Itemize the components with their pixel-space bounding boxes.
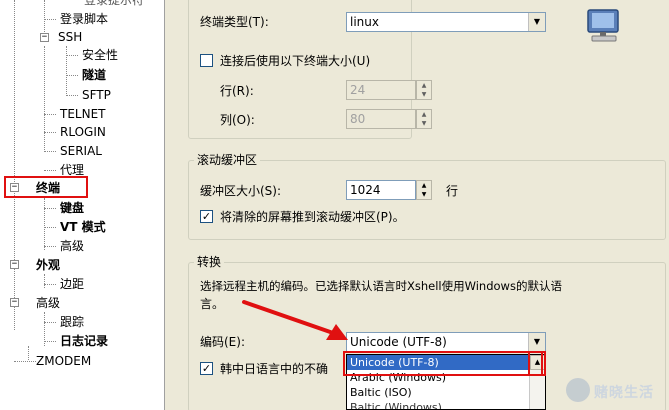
collapse-icon[interactable]: − <box>40 33 49 42</box>
scrollback-title: 滚动缓冲区 <box>194 152 261 168</box>
monitor-icon <box>587 9 619 42</box>
watermark-text: 赌晓生活 <box>594 385 654 401</box>
tree-item-login-prompt[interactable]: 登录提示符 <box>84 0 144 9</box>
scroll-highlight-box <box>528 351 546 376</box>
rows-label: 行(R): <box>220 84 254 98</box>
terminal-type-combo[interactable]: linux ▼ <box>346 12 546 32</box>
utf8-highlight-box <box>343 351 543 376</box>
cols-label: 列(O): <box>220 113 255 127</box>
tree-item-margins[interactable]: 边距 <box>60 275 84 293</box>
tree-item-login-script[interactable]: 登录脚本 <box>60 10 108 28</box>
tree-item-sftp[interactable]: SFTP <box>82 86 111 104</box>
tree-item-terminal-advanced[interactable]: 高级 <box>60 237 84 255</box>
chevron-down-icon[interactable]: ▼ <box>528 13 545 31</box>
tree-item-telnet[interactable]: TELNET <box>60 105 106 123</box>
watermark: 赌晓生活 <box>566 376 666 404</box>
tree-item-zmodem[interactable]: ZMODEM <box>36 352 91 370</box>
use-terminal-size-label: 连接后使用以下终端大小(U) <box>220 54 371 68</box>
cjk-ambiguous-label: 韩中日语言中的不确 <box>220 362 329 376</box>
rows-input[interactable]: 24 <box>346 80 416 100</box>
tree-item-appearance[interactable]: 外观 <box>36 256 60 274</box>
cjk-ambiguous-checkbox[interactable]: ✓ <box>200 362 213 375</box>
dropdown-option[interactable]: Baltic (Windows) <box>347 400 545 409</box>
terminal-type-label: 终端类型(T): <box>200 15 269 29</box>
tree-item-tunnel[interactable]: 隧道 <box>82 66 106 84</box>
cols-spinner[interactable]: ▲ ▼ <box>416 109 432 129</box>
red-arrow-icon <box>242 300 348 340</box>
encoding-label: 编码(E): <box>200 335 245 349</box>
buffer-size-unit: 行 <box>446 184 459 198</box>
tree-item-advanced[interactable]: 高级 <box>36 294 60 312</box>
conversion-description-line1: 选择远程主机的编码。已选择默认语言时Xshell使用Windows的默认语 <box>200 279 562 293</box>
tree-item-vt-mode[interactable]: VT 模式 <box>60 218 106 236</box>
tree-item-keyboard[interactable]: 键盘 <box>60 199 84 217</box>
collapse-icon[interactable]: − <box>10 260 19 269</box>
conversion-description-line2: 言。 <box>200 297 225 311</box>
tree-item-ssh[interactable]: SSH <box>58 28 82 46</box>
cols-input[interactable]: 80 <box>346 109 416 129</box>
encoding-value: Unicode (UTF-8) <box>350 335 447 349</box>
scrollback-group <box>188 160 666 240</box>
push-cleared-checkbox[interactable]: ✓ <box>200 210 213 223</box>
terminal-settings-panel: 终端类型(T): linux ▼ 连接后使用以下终端大小(U) 行(R): 24… <box>166 0 669 410</box>
use-terminal-size-checkbox[interactable] <box>200 54 213 67</box>
category-tree[interactable]: 登录提示符 登录脚本 − SSH 安全性 隧道 SFTP TELNET RLOG… <box>0 0 165 410</box>
buffer-size-spinner[interactable]: ▲ ▼ <box>416 180 432 200</box>
chevron-down-icon[interactable]: ▼ <box>528 333 545 351</box>
buffer-size-input[interactable]: 1024 <box>346 180 416 200</box>
dropdown-option[interactable]: Baltic (ISO) <box>347 385 545 400</box>
rows-spinner[interactable]: ▲ ▼ <box>416 80 432 100</box>
tree-item-trace[interactable]: 跟踪 <box>60 313 84 331</box>
tree-item-logging[interactable]: 日志记录 <box>60 332 108 350</box>
tree-item-security[interactable]: 安全性 <box>82 46 118 64</box>
buffer-size-label: 缓冲区大小(S): <box>200 184 282 198</box>
terminal-highlight-box <box>4 176 88 198</box>
tree-item-serial[interactable]: SERIAL <box>60 142 102 160</box>
watermark-logo-icon <box>566 378 590 402</box>
terminal-type-value: linux <box>350 15 379 29</box>
push-cleared-label: 将清除的屏幕推到滚动缓冲区(P)。 <box>220 210 405 224</box>
encoding-combo[interactable]: Unicode (UTF-8) ▼ <box>346 332 546 352</box>
collapse-icon[interactable]: − <box>10 298 19 307</box>
conversion-title: 转换 <box>194 254 225 270</box>
tree-item-rlogin[interactable]: RLOGIN <box>60 123 106 141</box>
